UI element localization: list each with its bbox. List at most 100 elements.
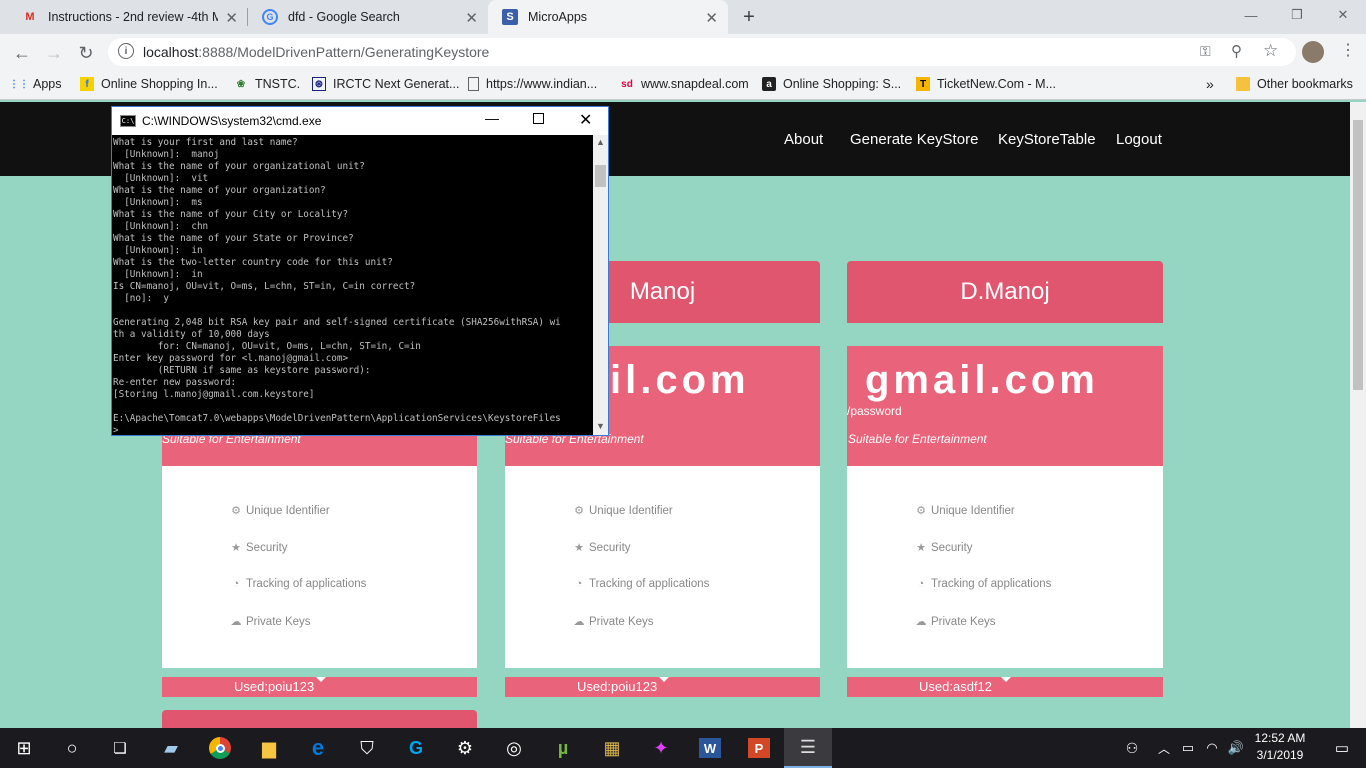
database-icon[interactable]: ☰: [784, 728, 832, 768]
cmd-maximize-icon[interactable]: [533, 113, 544, 124]
bookmark-tnstc[interactable]: ❀ TNSTC.: [234, 74, 300, 94]
volume-icon[interactable]: 🔊: [1224, 728, 1248, 768]
feature-private-keys: ☁ Private Keys: [915, 615, 996, 629]
card-footer[interactable]: Used:poiu123: [162, 677, 477, 697]
notepad-icon[interactable]: ▰: [147, 728, 195, 768]
bookmark-indian[interactable]: https://www.indian...: [468, 74, 597, 94]
bookmark-apps[interactable]: ⋮⋮ Apps: [9, 74, 62, 94]
gear-icon: ⚙: [574, 505, 584, 517]
wand-icon[interactable]: ✦: [637, 728, 685, 768]
apps-grid-icon: ⋮⋮: [9, 78, 29, 90]
nav-about[interactable]: About: [784, 131, 823, 148]
menu-dots-icon[interactable]: ⋮: [1340, 40, 1356, 60]
word-logo: W: [699, 738, 721, 758]
cmd-line: What is the two-letter country code for …: [113, 257, 393, 268]
card-footer[interactable]: Used:poiu123: [505, 677, 820, 697]
cmd-line: [Unknown]: ms: [113, 197, 203, 208]
chrome-icon[interactable]: [196, 728, 244, 768]
cloud-icon: ☁: [915, 616, 927, 628]
info-icon[interactable]: i: [118, 43, 134, 59]
cmd-window[interactable]: C:\ C:\WINDOWS\system32\cmd.exe — ✕ What…: [111, 106, 609, 436]
feature-security: ★ Security: [573, 541, 630, 555]
forward-arrow-icon[interactable]: →: [42, 41, 66, 65]
clock-time: 12:52 AM: [1254, 731, 1306, 745]
close-icon[interactable]: ✕: [705, 9, 718, 27]
chrome-logo: [209, 737, 231, 759]
groove-icon[interactable]: ◎: [490, 728, 538, 768]
star-icon: ★: [574, 542, 584, 554]
battery-icon[interactable]: ▭: [1176, 728, 1200, 768]
more-bookmarks-button[interactable]: »: [1206, 74, 1214, 94]
cmd-minimize-icon[interactable]: —: [485, 110, 499, 126]
tab-google[interactable]: G dfd - Google Search ✕: [248, 0, 488, 34]
chevron-up-icon[interactable]: ︿: [1152, 728, 1176, 768]
url-text[interactable]: localhost:8888/ModelDrivenPattern/Genera…: [143, 44, 489, 60]
bookmark-amazon[interactable]: a Online Shopping: S...: [762, 74, 901, 94]
other-bookmarks[interactable]: Other bookmarks: [1236, 74, 1353, 94]
cmd-scroll-thumb[interactable]: [595, 165, 606, 187]
cmd-close-icon[interactable]: ✕: [579, 110, 592, 130]
chevron-up-icon[interactable]: ▲: [596, 137, 605, 147]
tab-microapps[interactable]: S MicroApps ✕: [488, 0, 728, 34]
bookmark-flipkart[interactable]: f Online Shopping In...: [80, 74, 218, 94]
close-icon[interactable]: ✕: [225, 9, 238, 27]
nav-keystore-table[interactable]: KeyStoreTable: [998, 131, 1096, 148]
clock[interactable]: 12:52 AM 3/1/2019: [1250, 731, 1310, 762]
cmd-line: Generating 2,048 bit RSA key pair and se…: [113, 317, 561, 328]
powerpoint-icon[interactable]: P: [735, 728, 783, 768]
feature-tracking: ◔ Tracking of applications: [915, 578, 1052, 590]
close-window-icon[interactable]: ✕: [1320, 0, 1366, 30]
irctc-icon: ⊛: [312, 77, 326, 91]
card-footer[interactable]: Used:asdf12: [847, 677, 1163, 697]
task-view-icon[interactable]: ❏: [96, 728, 144, 768]
cloud-icon: ☁: [573, 616, 585, 628]
nav-generate-keystore[interactable]: Generate KeyStore: [850, 131, 978, 148]
bookmark-snapdeal[interactable]: sd www.snapdeal.com: [620, 74, 749, 94]
zoom-icon[interactable]: ⚲: [1231, 42, 1242, 60]
folder-icon: [1236, 77, 1250, 91]
feature-unique-identifier: ⚙ Unique Identifier: [230, 504, 330, 518]
utorrent-icon[interactable]: µ: [539, 728, 587, 768]
file-explorer-icon[interactable]: ▆: [245, 728, 293, 768]
url-host: localhost: [143, 44, 199, 60]
wifi-icon[interactable]: ◠: [1200, 728, 1224, 768]
cmd-titlebar[interactable]: C:\ C:\WINDOWS\system32\cmd.exe — ✕: [112, 107, 608, 135]
cmd-line: (RETURN if same as keystore password):: [113, 365, 371, 376]
back-arrow-icon[interactable]: ←: [10, 41, 34, 65]
cmd-title: C:\WINDOWS\system32\cmd.exe: [142, 114, 322, 128]
feature-label: Tracking of applications: [931, 578, 1052, 590]
edge-icon[interactable]: e: [294, 728, 342, 768]
star-icon[interactable]: ☆: [1263, 41, 1278, 61]
bookmark-ticketnew[interactable]: T TicketNew.Com - M...: [916, 74, 1056, 94]
nav-logout[interactable]: Logout: [1116, 131, 1162, 148]
close-icon[interactable]: ✕: [465, 9, 478, 27]
scrollbar-thumb[interactable]: [1353, 120, 1363, 390]
windows-start-icon[interactable]: ⊞: [0, 728, 48, 768]
settings-icon[interactable]: ⚙: [441, 728, 489, 768]
cmd-line: [113, 305, 593, 317]
cmd-line: What is the name of your organization?: [113, 185, 326, 196]
cmd-line: [Unknown]: chn: [113, 221, 209, 232]
tab-gmail[interactable]: M Instructions - 2nd review -4th Ma ✕: [8, 0, 248, 34]
cmd-scrollbar[interactable]: ▲ ▼: [593, 135, 608, 435]
page-scrollbar[interactable]: [1350, 102, 1366, 728]
chevron-down-icon[interactable]: ▼: [596, 421, 605, 431]
cmd-output[interactable]: What is your first and last name? [Unkno…: [113, 137, 593, 437]
cmd-line: [Unknown]: manoj: [113, 149, 220, 160]
bookmark-irctc[interactable]: ⊛ IRCTC Next Generat...: [312, 74, 459, 94]
word-icon[interactable]: W: [686, 728, 734, 768]
avatar[interactable]: [1302, 41, 1324, 63]
g-app-icon[interactable]: G: [392, 728, 440, 768]
restore-icon[interactable]: ❐: [1274, 0, 1320, 30]
notification-icon[interactable]: ▭: [1318, 728, 1366, 768]
search-icon[interactable]: ○: [48, 728, 96, 768]
people-icon[interactable]: ⚇: [1108, 728, 1156, 768]
bookmark-label: www.snapdeal.com: [641, 77, 749, 91]
winrar-icon[interactable]: ▦: [588, 728, 636, 768]
new-tab-button[interactable]: +: [738, 4, 760, 30]
key-icon[interactable]: ⚿: [1200, 43, 1211, 60]
bookmark-label: TicketNew.Com - M...: [937, 77, 1056, 91]
reload-icon[interactable]: ↻: [74, 41, 98, 65]
store-icon[interactable]: ⛉: [343, 728, 391, 768]
minimize-icon[interactable]: —: [1228, 0, 1274, 30]
